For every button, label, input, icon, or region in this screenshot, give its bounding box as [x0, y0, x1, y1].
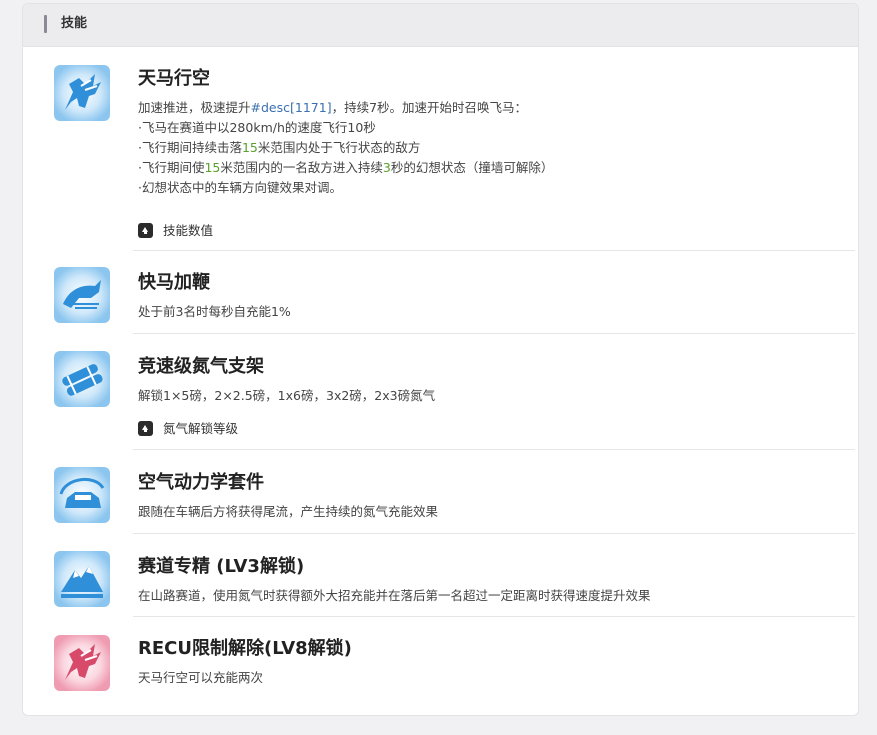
skill-name: 空气动力学套件 [138, 472, 264, 493]
divider [133, 533, 855, 534]
description-line: 跟随在车辆后方将获得尾流，产生持续的氮气充能效果 [138, 502, 438, 522]
description-line: 解锁1×5磅，2×2.5磅，1x6磅，3x2磅，2x3磅氮气 [138, 386, 435, 406]
desc-text: 处于前3名时每秒自充能1% [138, 304, 291, 319]
collapse-arrow-icon[interactable] [138, 421, 153, 436]
desc-text: 跟随在车辆后方将获得尾流，产生持续的氮气充能效果 [138, 504, 439, 519]
desc-text: ，持续7秒。加速开始时召唤飞马： [331, 100, 528, 115]
description-line: 处于前3名时每秒自充能1% [138, 302, 291, 322]
desc-text: 在山路赛道，使用氮气时获得额外大招充能并在落后第一名超过一定距离时获得速度提升效… [138, 588, 651, 603]
skill-values-toggle[interactable]: 技能数值 [138, 222, 213, 240]
description-line: 在山路赛道，使用氮气时获得额外大招充能并在落后第一名超过一定距离时获得速度提升效… [138, 586, 651, 606]
header-accent-bar [44, 15, 47, 33]
section-title: 技能 [61, 16, 88, 31]
description-line: 加速推进，极速提升#desc[1171]，持续7秒。加速开始时召唤飞马： [138, 98, 553, 118]
description-line: ·飞行期间使15米范围内的一名敌方进入持续3秒的幻想状态（撞墙可解除） [138, 158, 553, 178]
mountain-icon [54, 551, 110, 607]
desc-text: ·幻想状态中的车辆方向键效果对调。 [138, 180, 342, 195]
skill-name: 快马加鞭 [138, 272, 210, 293]
skill-name: 竞速级氮气支架 [138, 356, 264, 377]
desc-text: 解锁1×5磅，2×2.5磅，1x6磅，3x2磅，2x3磅氮气 [138, 388, 436, 403]
description-line: 天马行空可以充能两次 [138, 668, 263, 688]
skill-description: 加速推进，极速提升#desc[1171]，持续7秒。加速开始时召唤飞马： ·飞马在… [138, 98, 553, 198]
flying-horse-icon [54, 65, 110, 121]
skill-name: 天马行空 [138, 68, 210, 89]
divider [133, 250, 855, 251]
skill-description: 解锁1×5磅，2×2.5磅，1x6磅，3x2磅，2x3磅氮气 [138, 386, 435, 406]
nitro-tanks-icon [54, 351, 110, 407]
desc-text: 加速推进，极速提升 [138, 100, 251, 115]
desc-text: 秒的幻想状态（撞墙可解除） [390, 160, 554, 175]
skill-name: 赛道专精 (LV3解锁) [138, 556, 305, 577]
divider [133, 333, 855, 334]
description-line: ·幻想状态中的车辆方向键效果对调。 [138, 178, 553, 198]
desc-link-text[interactable]: #desc[1171] [251, 100, 332, 115]
skills-panel: 技能 天马行空 加速推进，极速提升#desc[1171]，持续7秒。加速开始时召… [22, 3, 859, 716]
skill-description: 跟随在车辆后方将获得尾流，产生持续的氮气充能效果 [138, 502, 438, 522]
toggle-label: 技能数值 [163, 223, 214, 238]
nitro-unlock-toggle[interactable]: 氮气解锁等级 [138, 420, 238, 438]
desc-text: ·飞马在赛道中以280km/h的速度飞行10秒 [138, 120, 376, 135]
desc-number: 15 [204, 160, 221, 175]
divider [133, 616, 855, 617]
desc-number: 15 [241, 140, 258, 155]
desc-text: ·飞行期间持续击落 [138, 140, 242, 155]
collapse-arrow-icon[interactable] [138, 223, 153, 238]
desc-text: 天马行空可以充能两次 [138, 670, 264, 685]
galloping-horse-icon [54, 267, 110, 323]
desc-text: ·飞行期间使 [138, 160, 205, 175]
flying-horse-red-icon [54, 635, 110, 691]
panel-header: 技能 [23, 4, 858, 47]
skill-description: 天马行空可以充能两次 [138, 668, 263, 688]
desc-number: 3 [382, 160, 391, 175]
skill-description: 处于前3名时每秒自充能1% [138, 302, 291, 322]
desc-text: 米范围内处于飞行状态的敌方 [257, 140, 421, 155]
skill-description: 在山路赛道，使用氮气时获得额外大招充能并在落后第一名超过一定距离时获得速度提升效… [138, 586, 651, 606]
aero-car-icon [54, 467, 110, 523]
description-line: ·飞马在赛道中以280km/h的速度飞行10秒 [138, 118, 553, 138]
divider [133, 449, 855, 450]
desc-text: 米范围内的一名敌方进入持续 [220, 160, 383, 175]
skill-name: RECU限制解除(LV8解锁) [138, 638, 352, 659]
description-line: ·飞行期间持续击落15米范围内处于飞行状态的敌方 [138, 138, 553, 158]
toggle-label: 氮气解锁等级 [163, 421, 239, 436]
